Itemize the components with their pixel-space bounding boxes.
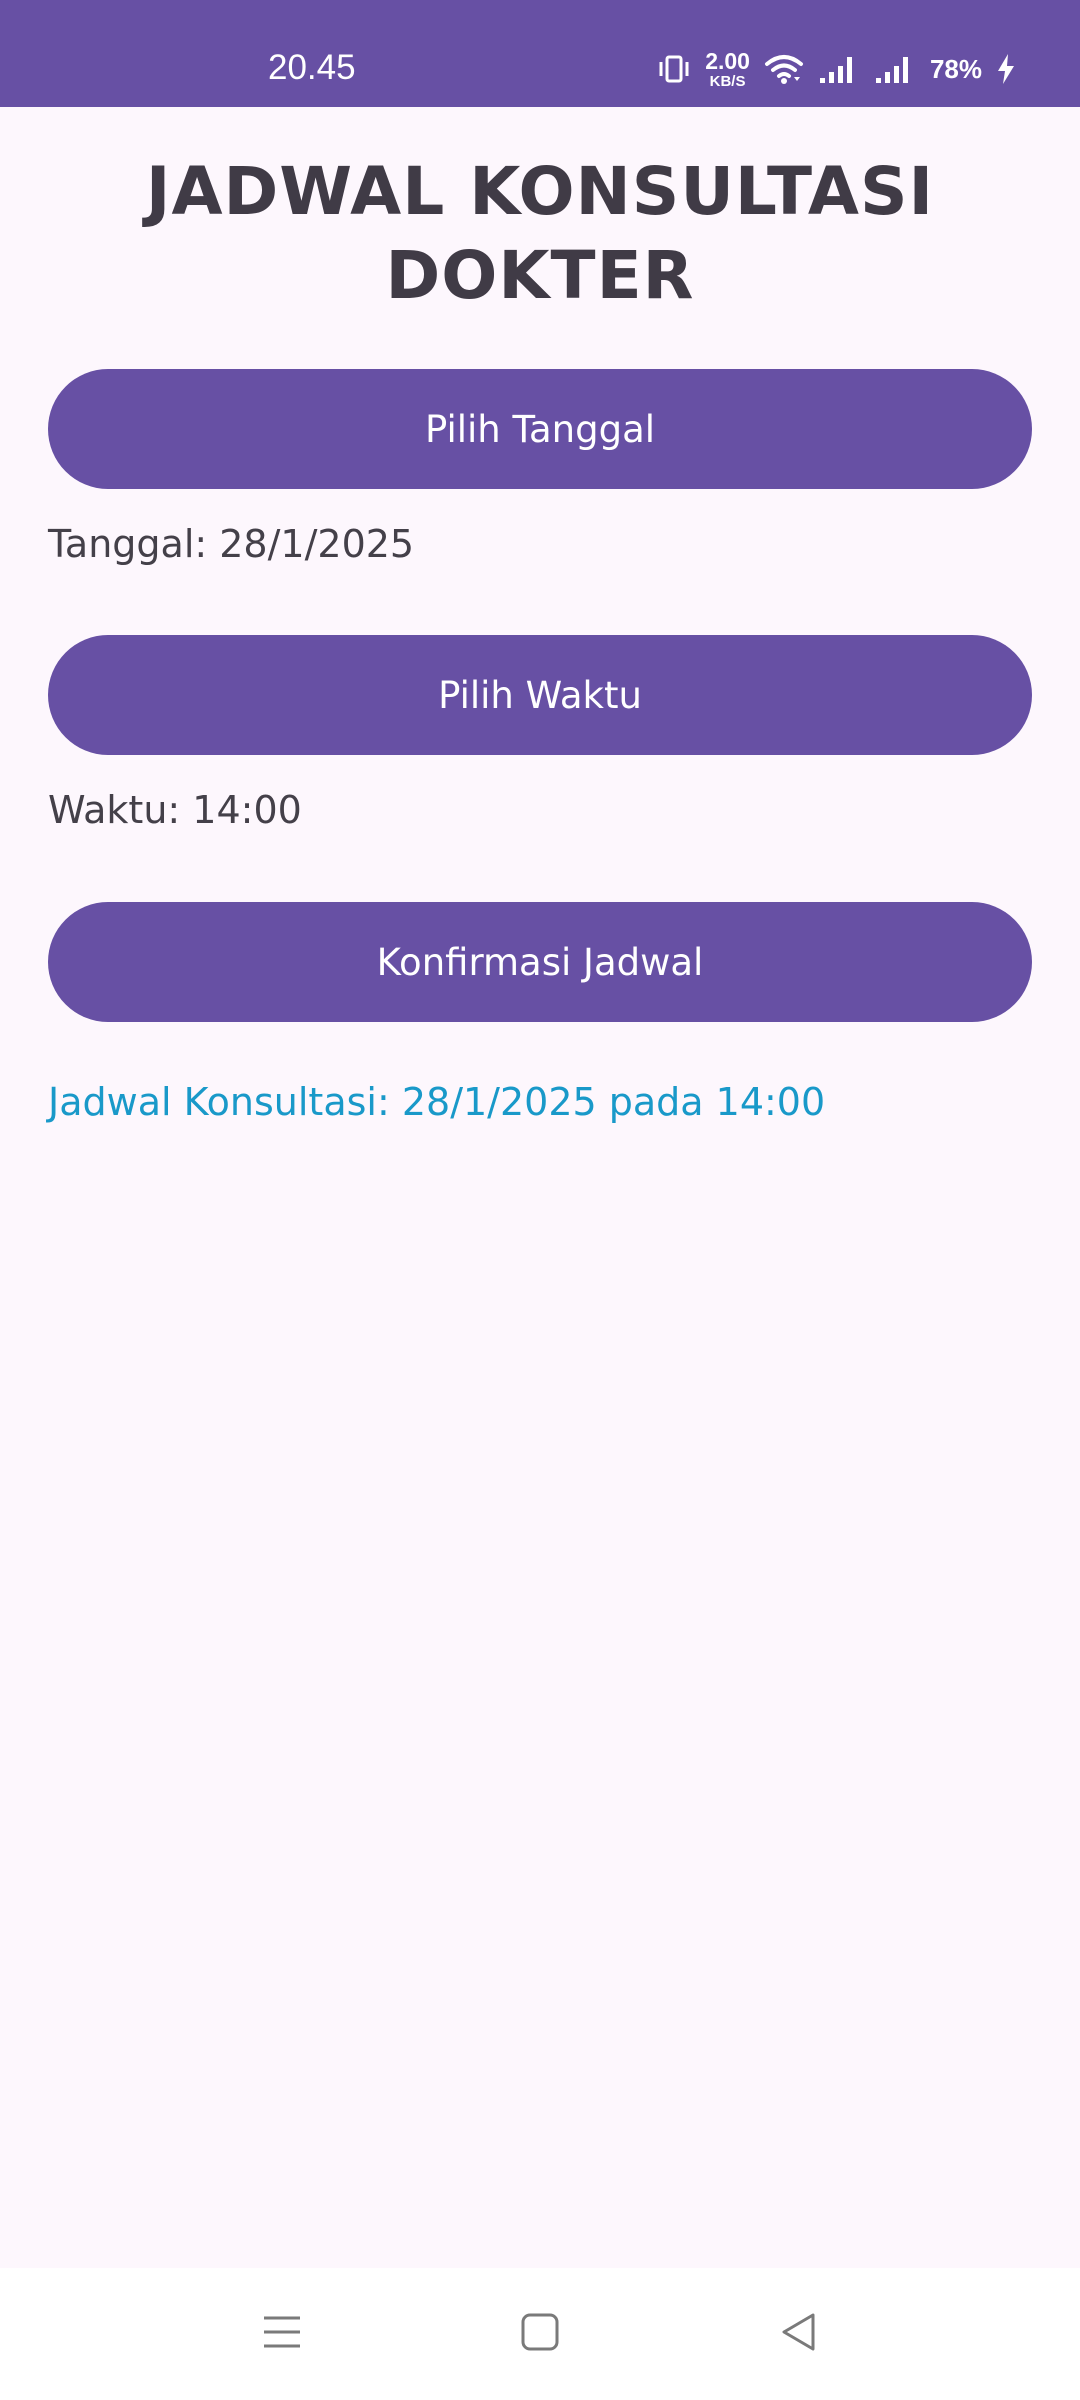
page-title-line1: JADWAL KONSULTASI — [145, 153, 935, 230]
status-bar: 20.45 2.00 KB/S 78% — [0, 0, 1080, 107]
home-icon — [521, 2313, 559, 2355]
selected-time-text: Waktu: 14:00 — [48, 788, 302, 832]
selected-date-text: Tanggal: 28/1/2025 — [48, 522, 415, 566]
network-speed-value: 2.00 — [705, 47, 750, 74]
pick-time-button[interactable]: Pilih Waktu — [48, 635, 1032, 755]
home-button[interactable] — [490, 2268, 590, 2400]
back-icon — [780, 2312, 816, 2356]
wifi-icon — [764, 53, 804, 85]
back-button[interactable] — [748, 2268, 848, 2400]
status-icons: 2.00 KB/S 78% — [657, 42, 1016, 96]
network-speed-unit: KB/S — [709, 72, 746, 90]
page-title-line2: DOKTER — [385, 237, 695, 314]
menu-icon — [262, 2314, 302, 2354]
navigation-bar — [0, 2268, 1080, 2400]
battery-level: 78% — [929, 53, 982, 84]
menu-button[interactable] — [232, 2268, 332, 2400]
confirm-schedule-button[interactable]: Konfirmasi Jadwal — [48, 902, 1032, 1022]
schedule-result-text: Jadwal Konsultasi: 28/1/2025 pada 14:00 — [48, 1080, 826, 1124]
vibrate-icon — [657, 54, 691, 84]
pick-date-button[interactable]: Pilih Tanggal — [48, 369, 1032, 489]
signal-icon — [818, 54, 860, 84]
charging-icon — [996, 53, 1016, 85]
network-speed: 2.00 KB/S — [705, 47, 750, 90]
status-time: 20.45 — [268, 48, 356, 87]
signal-icon — [874, 54, 916, 84]
page-title: JADWAL KONSULTASI DOKTER — [40, 150, 1040, 318]
